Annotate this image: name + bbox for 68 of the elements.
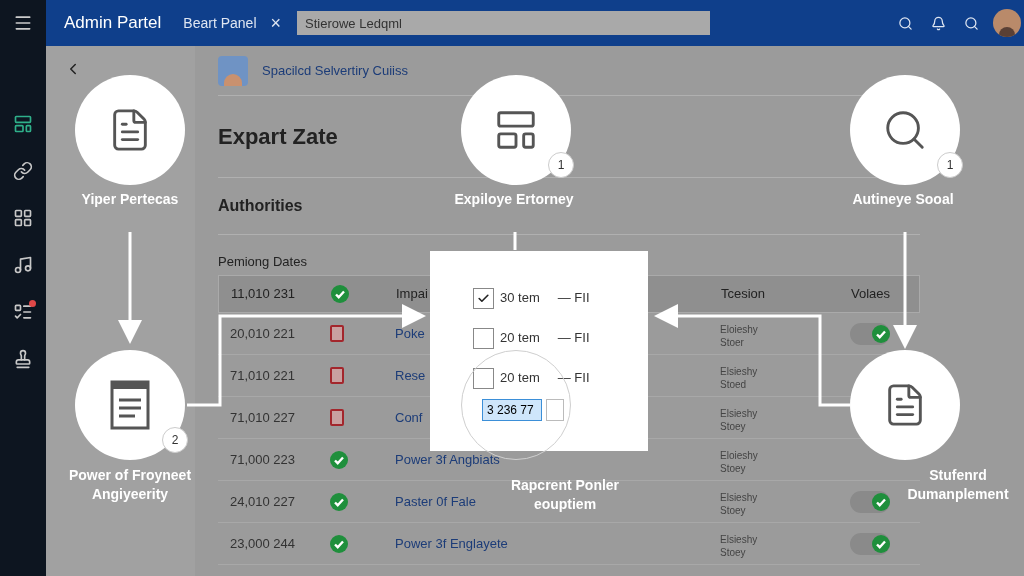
table-cell: Elsieshy Stoed xyxy=(720,364,758,391)
table-cell: 20,010 221 xyxy=(230,325,296,341)
avatar[interactable] xyxy=(993,9,1021,37)
node-label: Expiloye Ertorney xyxy=(454,190,574,209)
bell-icon[interactable] xyxy=(931,15,946,31)
list-icon[interactable] xyxy=(13,302,33,322)
table-cell: 23,000 244 xyxy=(230,535,296,551)
page-title: Expart Zate xyxy=(218,123,338,151)
item-label: 20 tem xyxy=(500,369,540,388)
node-label: Yiper Pertecas xyxy=(81,190,179,209)
table-cell: Power 3f Angbiats xyxy=(395,451,500,467)
table-cell: 71,010 227 xyxy=(230,409,296,425)
close-button[interactable]: × xyxy=(270,14,281,32)
table-cell: Elsieshy Stoey xyxy=(720,490,758,517)
toggle[interactable] xyxy=(850,532,890,555)
search-field[interactable]: Stierowe Ledqml xyxy=(297,11,710,35)
node-label: Stufenrd Dumanplement xyxy=(906,466,1010,504)
section-title: Authorities xyxy=(218,196,303,216)
app-title: Admin Partel xyxy=(64,12,162,35)
column-header: Tcesion xyxy=(721,286,766,302)
search-icon[interactable] xyxy=(964,15,979,31)
table-cell: 71,010 221 xyxy=(230,367,296,383)
link-icon[interactable] xyxy=(13,161,33,181)
table-cell: 71,000 223 xyxy=(230,451,296,467)
table-cell: Rese xyxy=(395,367,426,383)
table-cell: Elsieshy Stoey xyxy=(720,532,758,559)
table-cell: Poke xyxy=(395,325,425,341)
input-field[interactable]: 3 236 77 xyxy=(482,399,542,421)
item-value: — FII xyxy=(557,369,590,388)
music-icon[interactable] xyxy=(13,255,33,275)
table-cell: Impai xyxy=(396,286,428,302)
table-cell: 11,010 231 xyxy=(231,286,296,302)
table-title: Pemiong Dates xyxy=(218,252,307,271)
table-cell: Conf xyxy=(395,409,423,425)
toggle[interactable] xyxy=(850,490,890,513)
check-icon xyxy=(872,492,890,511)
node-label: Rapcrent Ponler eouptiem xyxy=(509,476,621,514)
table-cell: 24,010 227 xyxy=(230,493,296,509)
table-cell: Elsieshy Stoey xyxy=(720,406,758,433)
grid-icon[interactable] xyxy=(13,208,33,228)
search-icon[interactable] xyxy=(898,15,913,31)
node-label: Autineye Sooal xyxy=(852,190,954,209)
table-cell: Paster 0f Fale xyxy=(395,493,476,509)
item-value: — FII xyxy=(557,329,590,348)
table-cell: Power 3f Englayete xyxy=(395,535,508,551)
checkbox[interactable] xyxy=(473,287,494,309)
node-label: Power of Froyneet Angiyeerity xyxy=(67,466,193,504)
checkbox[interactable] xyxy=(473,327,494,349)
avatar xyxy=(218,55,248,86)
check-icon xyxy=(477,291,490,305)
panel-tab[interactable]: Beart Panel xyxy=(183,12,257,34)
toggle[interactable] xyxy=(850,322,890,345)
column-header: Volaes xyxy=(851,285,891,304)
header-title: Spacilcd Selvertiry Cuiiss xyxy=(262,61,408,80)
item-value: — FII xyxy=(557,289,590,308)
window-icon xyxy=(110,380,150,430)
check-icon xyxy=(872,534,890,553)
count-badge: 1 xyxy=(548,152,574,178)
layout-icon[interactable] xyxy=(13,114,33,134)
table-cell: Eloieshy Stoey xyxy=(720,448,758,475)
check-icon xyxy=(872,324,890,343)
table-cell: Eloieshy Stoer xyxy=(720,322,758,349)
checkbox[interactable] xyxy=(473,367,494,389)
item-label: 30 tem xyxy=(500,289,540,308)
stamp-icon[interactable] xyxy=(13,349,33,369)
count-badge: 1 xyxy=(937,152,963,178)
menu-icon[interactable] xyxy=(13,13,33,33)
item-label: 20 tem xyxy=(500,329,540,348)
